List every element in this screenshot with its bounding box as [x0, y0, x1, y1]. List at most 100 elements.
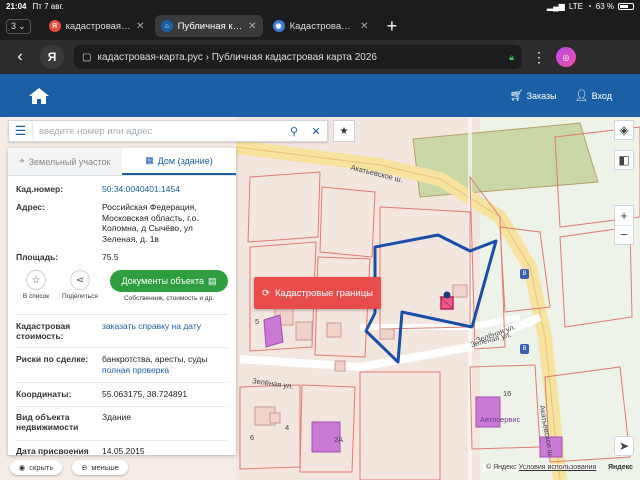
tab-strip: 3 ⌄ Я кадастровая ка ✕ ⌂ Публичная када … — [0, 12, 640, 40]
hide-panel-button[interactable]: ◉ скрыть — [10, 460, 62, 475]
minus-icon: ⊖ — [81, 463, 88, 472]
back-arrow-icon[interactable]: ‹ — [10, 48, 30, 66]
add-to-list-button[interactable]: ☆ В список — [14, 270, 58, 300]
cad-number-link[interactable]: 50:34:0040401:1454 — [102, 184, 228, 202]
search-icon[interactable]: ⚲ — [283, 125, 305, 138]
cad-number-row: Кад.номер: 50:34:0040401:1454 — [8, 184, 236, 202]
hide-label: скрыть — [29, 463, 54, 472]
divider — [16, 440, 228, 441]
favorites-star-button[interactable]: ★ — [333, 120, 355, 142]
house-number: 4 — [285, 423, 290, 432]
zoom-in-button[interactable]: + — [615, 206, 633, 226]
assign-date-value: 14.05.2015 — [102, 446, 145, 456]
building-icon: ▦ — [145, 155, 154, 165]
tab-1[interactable]: Я кадастровая ка ✕ — [43, 15, 151, 37]
map-copyright: © Яндекс Условия использования — [483, 464, 600, 471]
cadastral-boundaries-button[interactable]: ⟳ Кадастровые границы — [254, 277, 381, 309]
area-row: Площадь: 75.5 — [8, 252, 236, 270]
network-type: LTE — [568, 1, 583, 11]
tab-1-label: кадастровая ка — [65, 20, 132, 32]
zoom-out-button[interactable]: − — [615, 226, 633, 245]
house-number: 2А — [334, 435, 344, 444]
address-bar[interactable]: ▢ кадастровая-карта.рус › Публичная када… — [74, 45, 522, 69]
area-value: 75.5 — [102, 252, 119, 262]
status-date: Пт 7 авг. — [32, 1, 64, 11]
more-menu-icon[interactable]: ⋮ — [532, 49, 546, 66]
risks-text: банкротства, аресты, суды — [102, 354, 208, 364]
tab-land-plot[interactable]: ⌖ Земельный участок — [8, 148, 122, 175]
risks-value: банкротства, аресты, суды полная проверк… — [102, 354, 228, 382]
boundaries-label: Кадастровые границы — [275, 287, 373, 299]
field-label: Кадастровая стоимость: — [16, 321, 71, 341]
object-type-row: Вид объекта недвижимости Здание — [8, 412, 236, 438]
tab-count: 3 — [11, 21, 17, 31]
full-check-link[interactable]: полная проверка — [102, 365, 169, 375]
order-certificate-link[interactable]: заказать справку на дату — [102, 321, 228, 347]
object-info-panel: ⌖ Земельный участок ▦ Дом (здание) Кад.н… — [8, 148, 236, 456]
field-label: Дата присвоения — [16, 446, 89, 456]
yandex-favicon-icon: Я — [48, 20, 61, 32]
object-type-value: Здание — [102, 412, 131, 422]
divider — [16, 382, 228, 383]
coords-value: 55.063175, 38.724891 — [102, 389, 188, 399]
status-indicators: ▂▄▆ LTE ◔ 63 % — [547, 2, 634, 11]
new-tab-plus-icon[interactable]: + — [387, 16, 398, 37]
layers-button[interactable]: ◈ — [614, 120, 634, 140]
tab-count-button[interactable]: 3 ⌄ — [6, 18, 31, 34]
assign-date-row: Дата присвоения 14.05.2015 — [8, 446, 236, 460]
action-label: В список — [22, 293, 50, 300]
ruler-button[interactable]: ◧ — [614, 150, 634, 170]
geolocation-button[interactable]: ➤ — [614, 436, 634, 456]
cad-value-row: Кадастровая стоимость: заказать справку … — [8, 321, 236, 347]
close-icon[interactable]: ✕ — [136, 21, 144, 32]
tab-3-label: Кадастровая кар — [289, 20, 356, 32]
terms-link[interactable]: Условия использования — [519, 464, 597, 471]
docs-label: Документы объекта — [121, 276, 204, 286]
alice-assistant-icon[interactable]: ◎ — [556, 47, 576, 67]
close-icon[interactable]: ✕ — [305, 125, 327, 138]
eye-icon: ◉ — [18, 463, 26, 472]
refresh-icon: ⟳ — [262, 287, 270, 299]
share-button[interactable]: ⋖ Поделиться — [58, 270, 102, 300]
close-icon[interactable]: ✕ — [248, 21, 256, 32]
tab-building[interactable]: ▦ Дом (здание) — [122, 148, 236, 175]
ruler-icon: ◧ — [618, 153, 630, 167]
address-row-info: Адрес: Российская Федерация, Московская … — [8, 202, 236, 252]
alarm-icon: ◔ — [586, 1, 592, 11]
close-icon[interactable]: ✕ — [360, 21, 368, 32]
home-favicon-icon: ⌂ — [160, 20, 173, 32]
poi-label[interactable]: Автосервис — [480, 415, 520, 424]
less-button[interactable]: ⊖ меньше — [72, 460, 128, 475]
tab-2-label: Публичная када — [177, 20, 244, 32]
home-icon[interactable] — [28, 87, 50, 105]
divider — [16, 406, 228, 407]
login-label: Вход — [591, 91, 612, 101]
tab-2[interactable]: ⌂ Публичная када ✕ — [154, 15, 263, 37]
bus-stop-icon[interactable]: B — [520, 269, 529, 279]
bus-stop-icon[interactable]: B — [520, 344, 529, 354]
browser-window: 21:04 Пт 7 авг. ▂▄▆ LTE ◔ 63 % 3 ⌄ Я кад… — [0, 0, 640, 480]
field-label: Вид объекта недвижимости — [16, 412, 79, 432]
document-icon: ▤ — [207, 275, 217, 286]
orders-link[interactable]: 🛒︎ Заказы — [510, 89, 557, 102]
site-favicon-icon: ◉ — [272, 20, 285, 32]
user-icon: 👤︎ — [574, 90, 589, 102]
page-icon: ▢ — [82, 51, 92, 63]
login-link[interactable]: 👤︎ Вход — [575, 89, 612, 102]
address-value: Российская Федерация, Московская область… — [102, 202, 199, 244]
object-documents-button[interactable]: Документы объекта ▤ — [110, 270, 228, 292]
menu-icon[interactable]: ☰ — [9, 123, 33, 139]
field-label: Кад.номер: — [16, 184, 64, 194]
battery-percent: 63 % — [595, 1, 614, 11]
divider — [16, 314, 228, 315]
yandex-button[interactable]: Я — [40, 45, 64, 69]
status-bar: 21:04 Пт 7 авг. ▂▄▆ LTE ◔ 63 % — [0, 0, 640, 12]
signal-icon: ▂▄▆ — [546, 1, 565, 11]
tab-building-label: Дом (здание) — [157, 155, 213, 166]
star-outline-icon: ☆ — [26, 270, 46, 290]
field-label: Координаты: — [16, 389, 72, 399]
tab-3[interactable]: ◉ Кадастровая кар ✕ — [267, 15, 375, 37]
search-input[interactable] — [33, 125, 283, 137]
lock-icon[interactable]: 🔒︎ — [509, 52, 514, 63]
header-actions: 🛒︎ Заказы 👤︎ Вход — [510, 89, 612, 102]
